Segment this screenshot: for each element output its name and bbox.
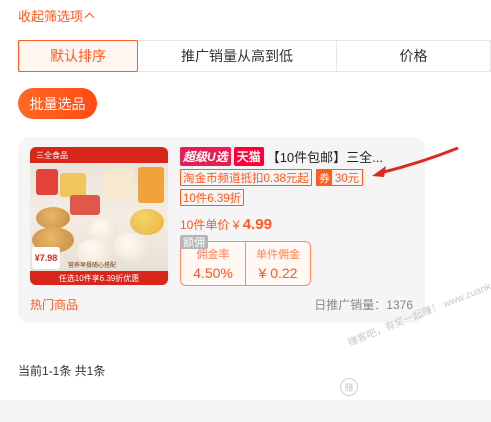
tmall-badge: 天猫 xyxy=(233,147,264,166)
commission-per-item: 单件佣金 ¥ 0.22 xyxy=(245,242,310,285)
unit-price-label: 10件单价 xyxy=(180,218,230,232)
annotation-arrow-icon xyxy=(372,146,459,177)
package-box xyxy=(70,195,100,215)
collapse-filters-label: 收起筛选项 xyxy=(18,9,84,24)
pagination-info: 当前1-1条 共1条 xyxy=(18,364,106,378)
package-box xyxy=(60,173,86,197)
brand-logo: 三全食品 xyxy=(36,151,68,160)
package-box xyxy=(138,167,164,203)
image-sub-caption: 营养早餐随心搭配 xyxy=(68,263,117,269)
currency-symbol: ¥ xyxy=(232,218,240,232)
tab-sales-desc-label: 推广销量从高到低 xyxy=(181,48,293,64)
hot-product-label: 热门商品 xyxy=(30,298,79,312)
commission-per-item-value: ¥ 0.22 xyxy=(258,265,298,281)
product-image[interactable]: 三全食品 ¥7.98 营养早餐随心搭配 任选10件享6.39折优惠 xyxy=(30,147,168,285)
unit-price-value: 4.99 xyxy=(242,216,272,233)
extra-commission-badge: 额佣 xyxy=(180,235,208,249)
bundle-discount-tag: 10件6.39折 xyxy=(180,189,245,206)
image-price-tag: ¥7.98 xyxy=(32,247,60,269)
coupon-tag: 券 30元 xyxy=(315,169,364,186)
package-box xyxy=(104,169,134,199)
pie-food xyxy=(36,207,70,229)
sort-bar: 默认排序 推广销量从高到低 价格 xyxy=(18,40,491,72)
product-card[interactable]: 三全食品 ¥7.98 营养早餐随心搭配 任选10件享6.39折优惠 超级U选 天… xyxy=(18,137,425,323)
product-title[interactable]: 【10件包邮】三全... xyxy=(267,147,383,166)
image-footer: 任选10件享6.39折优惠 xyxy=(30,271,168,285)
coupon-value: 30元 xyxy=(334,172,360,185)
commission-rate-value: 4.50% xyxy=(193,265,233,281)
daily-sales: 日推广销量：1376 xyxy=(314,296,413,313)
tab-price-label: 价格 xyxy=(399,48,428,64)
coupon-icon: 券 xyxy=(316,170,332,185)
collapse-filters-link[interactable]: 收起筛选项 xyxy=(18,6,95,25)
tab-default-sort-label: 默认排序 xyxy=(50,48,106,64)
bun-food xyxy=(114,233,150,261)
bun-food xyxy=(88,219,118,241)
coin-discount-tag: 淘金币频道抵扣0.38元起 xyxy=(180,169,312,186)
watermark-logo-icon: 赚 xyxy=(340,378,358,396)
tab-default-sort[interactable]: 默认排序 xyxy=(18,40,138,72)
tab-price[interactable]: 价格 xyxy=(337,41,491,71)
tab-sales-desc[interactable]: 推广销量从高到低 xyxy=(138,41,337,71)
chevron-up-icon xyxy=(84,12,95,23)
bun-food xyxy=(130,209,164,235)
commission-per-item-label: 单件佣金 xyxy=(256,249,300,261)
package-box xyxy=(36,169,58,195)
daily-sales-label: 日推广销量： xyxy=(314,298,387,312)
unit-price: 10件单价 ¥ 4.99 xyxy=(180,216,272,233)
footer-band xyxy=(0,400,491,422)
discount-row: 淘金币频道抵扣0.38元起 券 30元 xyxy=(180,169,364,186)
batch-select-button[interactable]: 批量选品 xyxy=(18,88,97,119)
u-select-badge: 超级U选 xyxy=(180,147,231,166)
